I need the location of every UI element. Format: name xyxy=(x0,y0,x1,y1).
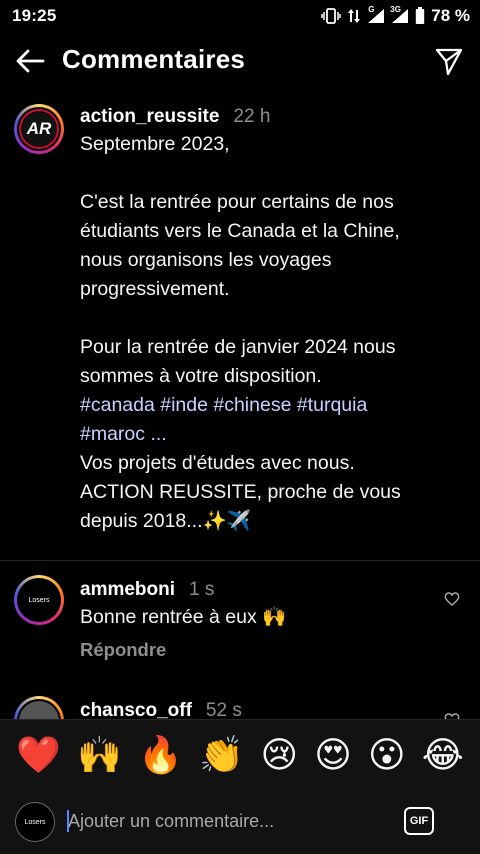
comment-author[interactable]: ammeboni xyxy=(80,579,175,601)
send-icon[interactable] xyxy=(434,46,464,76)
comment-text: Bonne rentrée à eux 🙌 xyxy=(80,606,287,628)
text-line xyxy=(80,159,470,188)
avatar[interactable]: Losers xyxy=(14,575,64,625)
raised-hands-emoji-button[interactable]: 🙌 xyxy=(77,737,122,774)
avatar-label: Losers xyxy=(28,596,50,604)
text-line: étudiants vers le Canada et la Chine, xyxy=(80,220,400,242)
gif-button[interactable]: GIF xyxy=(404,807,434,835)
avatar-initials: AR xyxy=(26,119,52,138)
avatar: Losers xyxy=(15,802,55,842)
surprised-emoji-button[interactable]: 😮 xyxy=(368,737,406,774)
vibrate-icon xyxy=(321,8,341,24)
hashtag-line[interactable]: #maroc ... xyxy=(80,420,470,449)
post-text: Septembre 2023, C'est la rentrée pour ce… xyxy=(80,130,470,536)
action-reussite-logo: AR xyxy=(19,109,59,149)
network-label-3g: 3G xyxy=(390,5,401,14)
text-line: C'est la rentrée pour certains de nos xyxy=(80,191,394,213)
text-line: Septembre 2023, xyxy=(80,133,230,155)
text-line: nous organisons les voyages xyxy=(80,249,332,271)
comment-item: Losers ammeboni 1 s Bonne rentrée à eux … xyxy=(0,575,480,685)
crying-emoji-button[interactable]: 😢 xyxy=(260,737,298,774)
clapping-emoji-button[interactable]: 👏 xyxy=(199,737,244,774)
post-body: action_reussite 22 h Septembre 2023, C'e… xyxy=(80,106,470,536)
comment-time: 1 s xyxy=(189,579,215,600)
chansco-avatar xyxy=(19,701,59,719)
signal-icon: G xyxy=(367,5,385,24)
page-title: Commentaires xyxy=(62,44,246,74)
network-label-g: G xyxy=(368,5,375,14)
text-line: Vos projets d'études avec nous. xyxy=(80,452,355,474)
losers-logo: Losers xyxy=(19,580,59,620)
emoji-quick-bar: ❤️ 🙌 🔥 👏 😢 😍 😮 😂 xyxy=(0,719,480,791)
status-icons: G 3G 78 % xyxy=(321,5,470,26)
text-line xyxy=(80,304,470,333)
heart-eyes-emoji-button[interactable]: 😍 xyxy=(314,737,352,774)
laughing-emoji-button[interactable]: 😂 xyxy=(422,737,464,774)
text-line: Pour la rentrée de janvier 2024 nous xyxy=(80,336,396,358)
comment-item: chansco_off 52 s xyxy=(0,696,480,719)
red-heart-emoji-button[interactable]: ❤️ xyxy=(16,737,61,774)
post-author[interactable]: action_reussite xyxy=(80,106,219,128)
header: Commentaires xyxy=(0,38,480,84)
avatar-label: Losers xyxy=(24,818,46,826)
hashtag-line[interactable]: #canada #inde #chinese #turquia xyxy=(80,391,470,420)
fire-emoji-button[interactable]: 🔥 xyxy=(138,737,183,774)
reply-button[interactable]: Répondre xyxy=(80,639,286,661)
text-line: depuis 2018...✨✈️ xyxy=(80,510,252,532)
like-heart-icon[interactable] xyxy=(444,591,460,607)
avatar[interactable]: AR xyxy=(14,104,64,154)
text-line: ACTION REUSSITE, proche de vous xyxy=(80,481,401,503)
comment-author[interactable]: chansco_off xyxy=(80,700,192,719)
data-arrows-icon xyxy=(347,8,361,24)
back-arrow-icon[interactable] xyxy=(14,47,46,75)
text-line: progressivement. xyxy=(80,278,230,300)
avatar[interactable] xyxy=(14,696,64,719)
status-time: 19:25 xyxy=(12,6,57,25)
text-line: sommes à votre disposition. xyxy=(80,365,322,387)
comment-composer: Losers Ajouter un commentaire... GIF xyxy=(0,791,480,854)
battery-icon xyxy=(415,7,425,25)
post-time: 22 h xyxy=(233,106,271,127)
like-heart-icon[interactable] xyxy=(444,712,460,719)
signal-icon: 3G xyxy=(390,5,409,24)
battery-percent: 78 % xyxy=(431,6,470,25)
comment-input[interactable]: Ajouter un commentaire... xyxy=(68,811,274,832)
divider xyxy=(0,560,480,561)
comment-time: 52 s xyxy=(205,700,242,719)
status-bar: 19:25 G 3G 78 % xyxy=(0,0,480,32)
